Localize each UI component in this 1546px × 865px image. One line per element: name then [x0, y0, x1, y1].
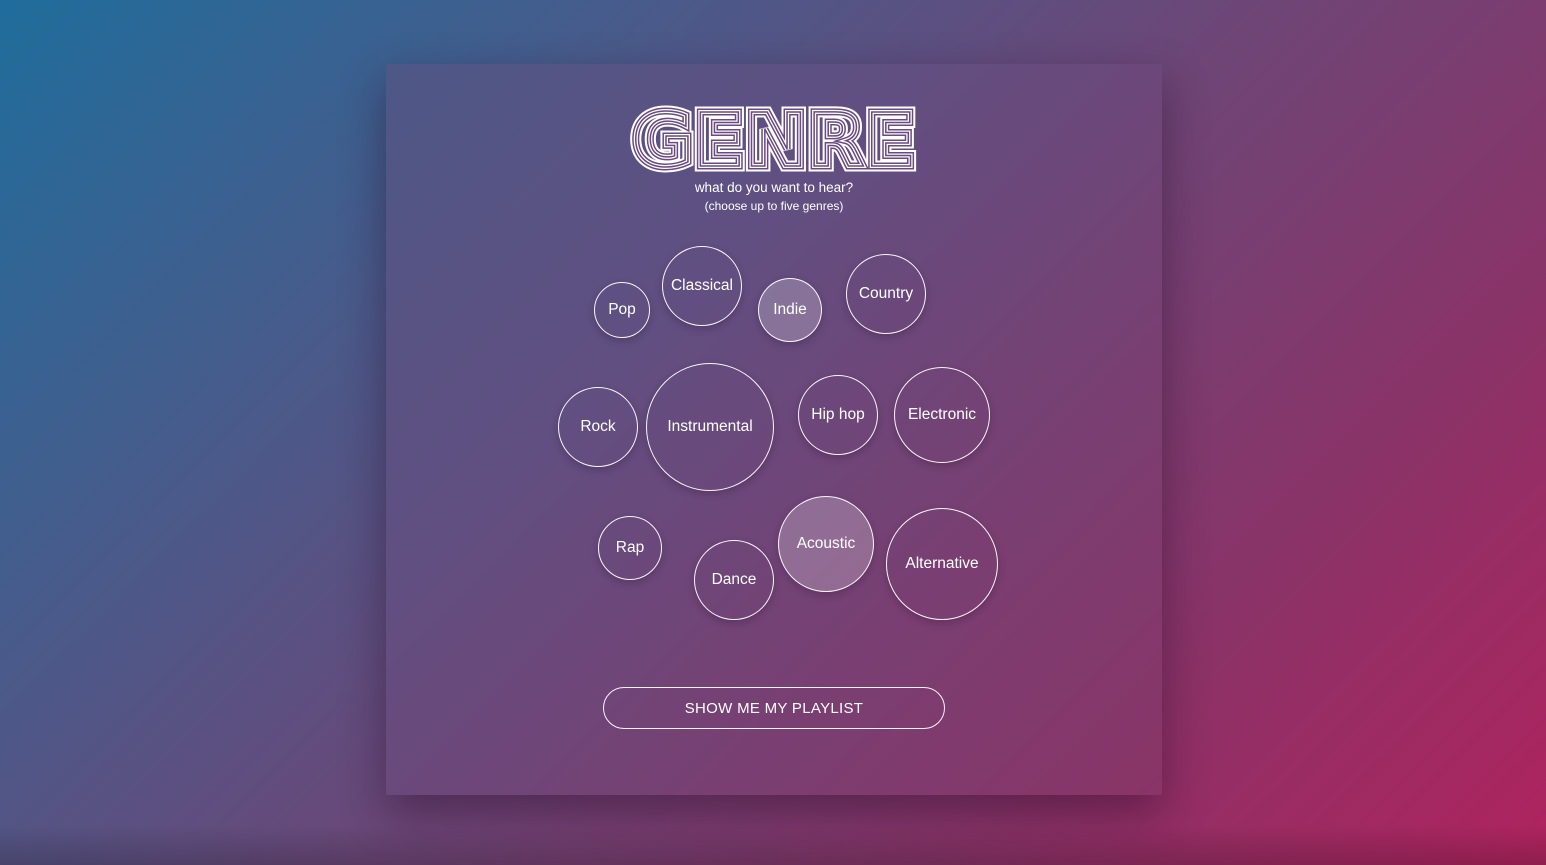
genre-label: Electronic — [907, 406, 977, 423]
genre-bubble-rap[interactable]: Rap — [598, 516, 662, 580]
genre-bubble-instrumental[interactable]: Instrumental — [646, 363, 774, 491]
genre-bubble-alternative[interactable]: Alternative — [886, 508, 998, 620]
genre-logo-graphic: GENRE GENRE GENRE GENRE — [627, 93, 922, 190]
genre-bubble-dance[interactable]: Dance — [694, 540, 774, 620]
bottom-shade — [0, 825, 1546, 865]
genre-label: Pop — [608, 301, 636, 318]
genre-card: GENRE GENRE GENRE GENRE what do you want… — [386, 64, 1162, 795]
subtitle: what do you want to hear? — [694, 180, 854, 195]
genre-label: Instrumental — [667, 418, 753, 435]
genre-label: Rap — [615, 539, 645, 556]
genre-bubble-country[interactable]: Country — [846, 254, 926, 334]
svg-text:GENRE: GENRE — [632, 98, 916, 184]
genre-bubble-acoustic[interactable]: Acoustic — [778, 496, 874, 592]
genre-bubble-hip-hop[interactable]: Hip hop — [798, 375, 878, 455]
genre-label: Alternative — [905, 555, 979, 572]
genre-bubble-indie[interactable]: Indie — [758, 278, 822, 342]
genre-label: Rock — [580, 418, 616, 435]
genre-logo: GENRE GENRE GENRE GENRE — [386, 93, 1162, 190]
selection-hint: (choose up to five genres) — [704, 199, 844, 213]
genre-label: Acoustic — [796, 535, 856, 552]
genre-bubble-classical[interactable]: Classical — [662, 246, 742, 326]
genre-bubble-pop[interactable]: Pop — [594, 282, 650, 338]
genre-label: Hip hop — [811, 406, 865, 423]
genre-label: Dance — [711, 571, 757, 588]
genre-bubble-rock[interactable]: Rock — [558, 387, 638, 467]
genre-label: Indie — [773, 301, 807, 318]
genre-label: Country — [858, 285, 914, 302]
show-playlist-button[interactable]: SHOW ME MY PLAYLIST — [603, 687, 945, 729]
genre-label: Classical — [670, 277, 733, 294]
genre-bubble-electronic[interactable]: Electronic — [894, 367, 990, 463]
